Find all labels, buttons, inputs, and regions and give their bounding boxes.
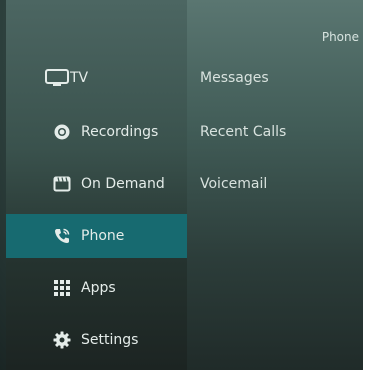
sidebar-item-label: Phone bbox=[81, 228, 125, 244]
sidebar-item-recordings[interactable]: Recordings bbox=[6, 110, 187, 154]
sidebar-item-label: Apps bbox=[81, 280, 116, 296]
submenu-item-voicemail[interactable]: Voicemail bbox=[200, 176, 267, 192]
apps-grid-icon bbox=[51, 277, 73, 299]
sidebar-item-settings[interactable]: Settings bbox=[6, 318, 187, 362]
submenu-item-messages[interactable]: Messages bbox=[200, 70, 269, 86]
sidebar-item-label: Recordings bbox=[81, 124, 159, 140]
phone-icon bbox=[51, 225, 73, 247]
on-demand-icon bbox=[51, 173, 73, 195]
page-title: Phone bbox=[321, 30, 359, 44]
menu-screen: Phone TV Recordings On Demand Phone Apps… bbox=[0, 0, 369, 370]
sidebar-item-label: Settings bbox=[81, 332, 139, 348]
sidebar-item-label: On Demand bbox=[81, 176, 165, 192]
record-icon bbox=[51, 121, 73, 143]
screen-edge bbox=[363, 0, 369, 370]
sidebar-item-label: TV bbox=[70, 70, 89, 86]
sidebar-item-tv[interactable]: TV bbox=[6, 56, 187, 100]
submenu-item-recent-calls[interactable]: Recent Calls bbox=[200, 124, 286, 140]
sidebar-item-on-demand[interactable]: On Demand bbox=[6, 162, 187, 206]
sidebar-item-phone[interactable]: Phone bbox=[6, 214, 187, 258]
sidebar-item-apps[interactable]: Apps bbox=[6, 266, 187, 310]
gear-icon bbox=[51, 329, 73, 351]
tv-icon bbox=[44, 67, 70, 89]
